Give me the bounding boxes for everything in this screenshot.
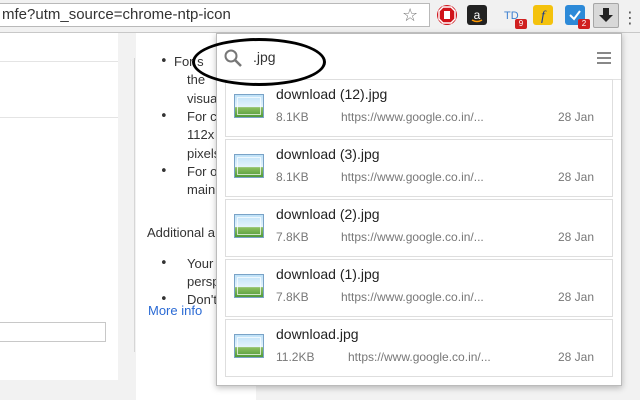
file-date: 28 Jan [558,290,595,304]
file-name: download (1).jpg [276,266,380,282]
image-file-icon [234,334,264,358]
page-text: For s [174,54,204,69]
download-item[interactable]: download (3).jpg 8.1KB https://www.googl… [225,139,613,197]
file-source-url[interactable]: https://www.google.co.in/... [348,350,491,364]
file-size: 11.2KB [276,350,315,364]
file-size: 8.1KB [276,110,309,124]
check-badge: 2 [578,19,590,29]
downloads-search-bar [217,34,621,80]
file-date: 28 Jan [558,170,595,184]
file-name: download.jpg [276,326,359,342]
page-text: main [187,182,216,197]
divider [0,61,118,62]
file-name: download (12).jpg [276,86,388,102]
bullet-icon: • [160,109,168,124]
page-text: Additional a [147,225,215,240]
page-text: Your [187,256,214,271]
search-icon [224,49,242,67]
page-text: For o [187,164,218,179]
page-text: persp [187,274,220,289]
adblock-icon[interactable] [437,5,457,25]
svg-text:f: f [541,9,547,24]
file-source-url[interactable]: https://www.google.co.in/... [341,110,484,124]
download-arrow-icon [599,8,613,22]
file-source-url[interactable]: https://www.google.co.in/... [341,170,484,184]
download-item[interactable]: download (1).jpg 7.8KB https://www.googl… [225,259,613,317]
file-date: 28 Jan [558,230,595,244]
divider [0,117,118,118]
file-date: 28 Jan [558,110,595,124]
page-text: visua [187,91,218,106]
image-file-icon [234,94,264,118]
left-panel [0,33,118,380]
address-bar-url: mfe?utm_source=chrome-ntp-icon [2,6,231,23]
file-name: download (2).jpg [276,206,380,222]
td-icon[interactable]: TD 9 [502,5,527,29]
browser-toolbar: mfe?utm_source=chrome-ntp-icon ☆ a TD 9 … [0,0,640,33]
file-size: 8.1KB [276,170,309,184]
bookmark-star-icon[interactable]: ☆ [402,5,418,26]
address-bar[interactable]: mfe?utm_source=chrome-ntp-icon ☆ [0,3,430,27]
file-source-url[interactable]: https://www.google.co.in/... [341,290,484,304]
page-text: For c [187,109,217,124]
svg-text:a: a [474,8,481,22]
bullet-icon: • [160,54,168,69]
chrome-menu-icon[interactable]: ⋮ [622,8,638,27]
file-size: 7.8KB [276,230,309,244]
downloads-button[interactable] [593,3,619,28]
downloads-search-input[interactable] [253,46,573,68]
downloads-popup: download (12).jpg 8.1KB https://www.goog… [216,33,622,386]
check-icon[interactable]: 2 [565,5,590,29]
download-item[interactable]: download.jpg 11.2KB https://www.google.c… [225,319,613,377]
hamburger-menu-icon[interactable] [597,51,611,65]
file-date: 28 Jan [558,350,595,364]
file-size: 7.8KB [276,290,309,304]
td-badge: 9 [515,19,527,29]
image-file-icon [234,214,264,238]
download-item[interactable]: download (12).jpg 8.1KB https://www.goog… [225,79,613,137]
download-item[interactable]: download (2).jpg 7.8KB https://www.googl… [225,199,613,257]
bullet-icon: • [160,164,168,179]
file-name: download (3).jpg [276,146,380,162]
amazon-icon[interactable]: a [467,5,487,25]
flipkart-icon[interactable]: f [533,5,553,25]
more-info-link[interactable]: More info [148,303,202,318]
vertical-divider [134,58,135,352]
image-file-icon [234,274,264,298]
image-file-icon [234,154,264,178]
page-text: 112x [187,127,215,142]
page-text: the [187,72,206,87]
file-source-url[interactable]: https://www.google.co.in/... [341,230,484,244]
left-text-field[interactable] [0,322,106,342]
bullet-icon: • [160,256,168,271]
